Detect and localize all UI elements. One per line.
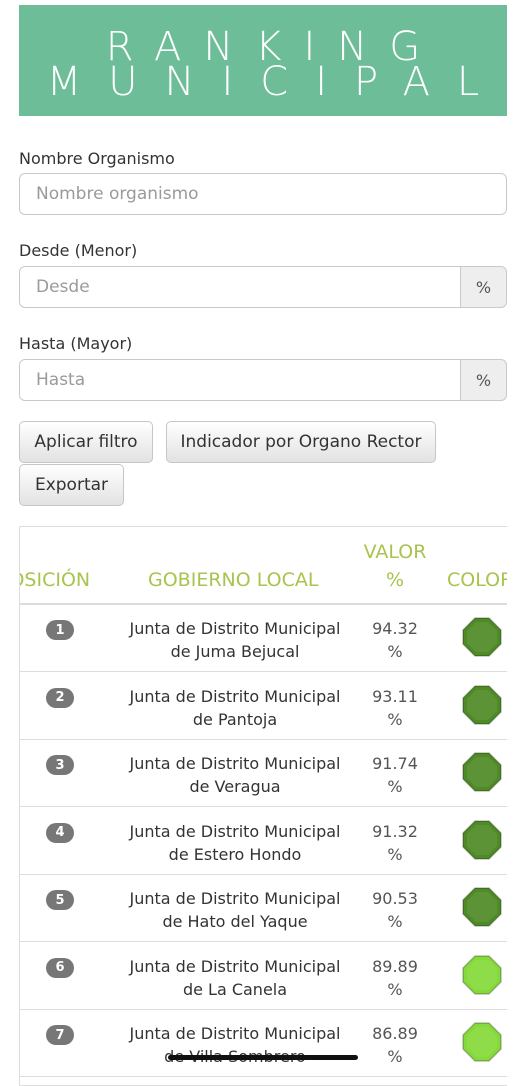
hasta-placeholder: Hasta	[36, 370, 86, 390]
header-color[interactable]: COLOR	[447, 568, 507, 592]
rank-badge: 4	[46, 822, 74, 843]
gobierno-local-name: Junta de Distrito Municipal de Pantoja	[120, 685, 350, 731]
valor-cell: 89.89%	[355, 955, 435, 1001]
desde-percent-addon: %	[461, 266, 507, 308]
header-gobierno-local[interactable]: GOBIERNO LOCAL	[148, 568, 318, 592]
gobierno-local-name-line1: Junta de Distrito Municipal	[129, 754, 341, 773]
table-row: 5 Junta de Distrito Municipal de Hato del …	[20, 875, 507, 942]
table-row: 7 Junta de Distrito Municipalde Villa Som…	[20, 1010, 507, 1077]
gobierno-local-name: Junta de Distrito Municipal de La Canela	[120, 955, 350, 1001]
valor-unit: %	[387, 844, 403, 864]
table-row: 1 Junta de Distrito Municipal de Juma Beju…	[20, 605, 507, 672]
gobierno-local-name-line2: de Pantoja	[192, 709, 278, 729]
aplicar-filtro-button[interactable]: Aplicar filtro	[19, 421, 153, 463]
rank-badge: 6	[46, 957, 74, 978]
hasta-input-group: Hasta %	[19, 359, 507, 401]
gobierno-local-name-line1: Junta de Distrito Municipal	[129, 686, 341, 706]
exportar-button[interactable]: Exportar	[19, 464, 124, 506]
nombre-organismo-placeholder: Nombre organismo	[36, 184, 199, 204]
gobierno-local-name-line2: de Veragua	[189, 777, 281, 796]
page-title-banner: RANKING MUNICIPAL	[19, 5, 507, 116]
gobierno-local-name-line2: de Hato del Yaque	[162, 912, 308, 931]
banner-title-line2: MUNICIPAL	[46, 59, 507, 105]
nombre-organismo-input[interactable]: Nombre organismo	[19, 173, 507, 215]
valor-unit: %	[387, 1047, 403, 1066]
valor-unit: %	[387, 709, 403, 729]
valor-number: 89.89	[372, 956, 418, 976]
valor-unit: %	[387, 979, 403, 999]
rank-badge: 2	[46, 687, 74, 708]
desde-input[interactable]: Desde	[19, 266, 461, 308]
table-header: POSICIÓN GOBIERNO LOCAL VALOR % COLOR	[20, 527, 507, 605]
valor-cell: 94.32%	[355, 617, 435, 663]
header-valor[interactable]: VALOR %	[355, 540, 435, 592]
valor-cell: 91.32%	[355, 820, 435, 866]
valor-cell: 91.74%	[355, 752, 435, 798]
rank-badge: 1	[46, 620, 74, 640]
valor-cell: 93.11%	[355, 685, 435, 731]
color-indicator-icon	[462, 1022, 502, 1062]
valor-cell: 86.89%	[355, 1022, 435, 1068]
valor-unit: %	[387, 642, 403, 661]
gobierno-local-name-line2: de Juma Bejucal	[170, 642, 300, 661]
valor-number: 91.74	[372, 754, 418, 773]
desde-input-group: Desde %	[19, 266, 507, 308]
header-posicion[interactable]: POSICIÓN	[20, 568, 90, 592]
hasta-label: Hasta (Mayor)	[19, 334, 133, 353]
gobierno-local-name-line1: Junta de Distrito Municipal	[129, 956, 341, 976]
gobierno-local-name: Junta de Distrito Municipalde Villa Somb…	[120, 1022, 350, 1068]
home-indicator	[168, 1055, 358, 1060]
color-indicator-icon	[462, 954, 502, 995]
color-indicator-icon	[462, 819, 502, 860]
nombre-organismo-label: Nombre Organismo	[19, 149, 175, 168]
rank-badge: 7	[46, 1025, 74, 1045]
gobierno-local-name-line1: Junta de Distrito Municipal	[129, 889, 341, 908]
table-row: 2 Junta de Distrito Municipal de Pantoja 93…	[20, 673, 507, 740]
valor-number: 94.32	[372, 619, 418, 638]
header-valor-line2: %	[385, 569, 405, 591]
hasta-input[interactable]: Hasta	[19, 359, 461, 401]
color-indicator-icon	[462, 887, 502, 927]
table-row: 4 Junta de Distrito Municipal de Estero Ho…	[20, 808, 507, 875]
table-row: 6 Junta de Distrito Municipal de La Canela…	[20, 943, 507, 1010]
rank-badge: 5	[46, 890, 74, 910]
gobierno-local-name-line1: Junta de Distrito Municipal	[129, 1024, 341, 1043]
valor-number: 91.32	[372, 821, 418, 841]
valor-unit: %	[387, 912, 403, 931]
valor-cell: 90.53%	[355, 887, 435, 933]
indicador-organo-rector-button[interactable]: Indicador por Organo Rector	[166, 421, 436, 463]
color-indicator-icon	[462, 617, 502, 657]
desde-label: Desde (Menor)	[19, 241, 138, 260]
gobierno-local-name: Junta de Distrito Municipal de Estero Hon…	[120, 820, 350, 866]
gobierno-local-name: Junta de Distrito Municipal de Veragua	[120, 752, 350, 798]
gobierno-local-name-line1: Junta de Distrito Municipal	[129, 821, 341, 841]
table-row: 3 Junta de Distrito Municipal de Veragua 91…	[20, 740, 507, 807]
valor-number: 90.53	[372, 889, 418, 908]
hasta-percent-addon: %	[461, 359, 507, 401]
gobierno-local-name: Junta de Distrito Municipal de Juma Bejuc…	[120, 617, 350, 663]
color-indicator-icon	[462, 684, 502, 725]
valor-number: 93.11	[372, 686, 418, 706]
gobierno-local-name-line1: Junta de Distrito Municipal	[129, 619, 341, 638]
rank-badge: 3	[46, 755, 74, 775]
ranking-table[interactable]: POSICIÓN GOBIERNO LOCAL VALOR % COLOR 1 J…	[19, 526, 507, 1086]
gobierno-local-name-line2: de Estero Hondo	[168, 844, 302, 864]
gobierno-local-name-line2: de La Canela	[182, 979, 288, 999]
header-valor-line1: VALOR	[363, 541, 427, 563]
valor-unit: %	[387, 777, 403, 796]
gobierno-local-name: Junta de Distrito Municipal de Hato del Y…	[120, 887, 350, 933]
color-indicator-icon	[462, 752, 502, 792]
desde-placeholder: Desde	[36, 277, 90, 297]
valor-number: 86.89	[372, 1024, 418, 1043]
